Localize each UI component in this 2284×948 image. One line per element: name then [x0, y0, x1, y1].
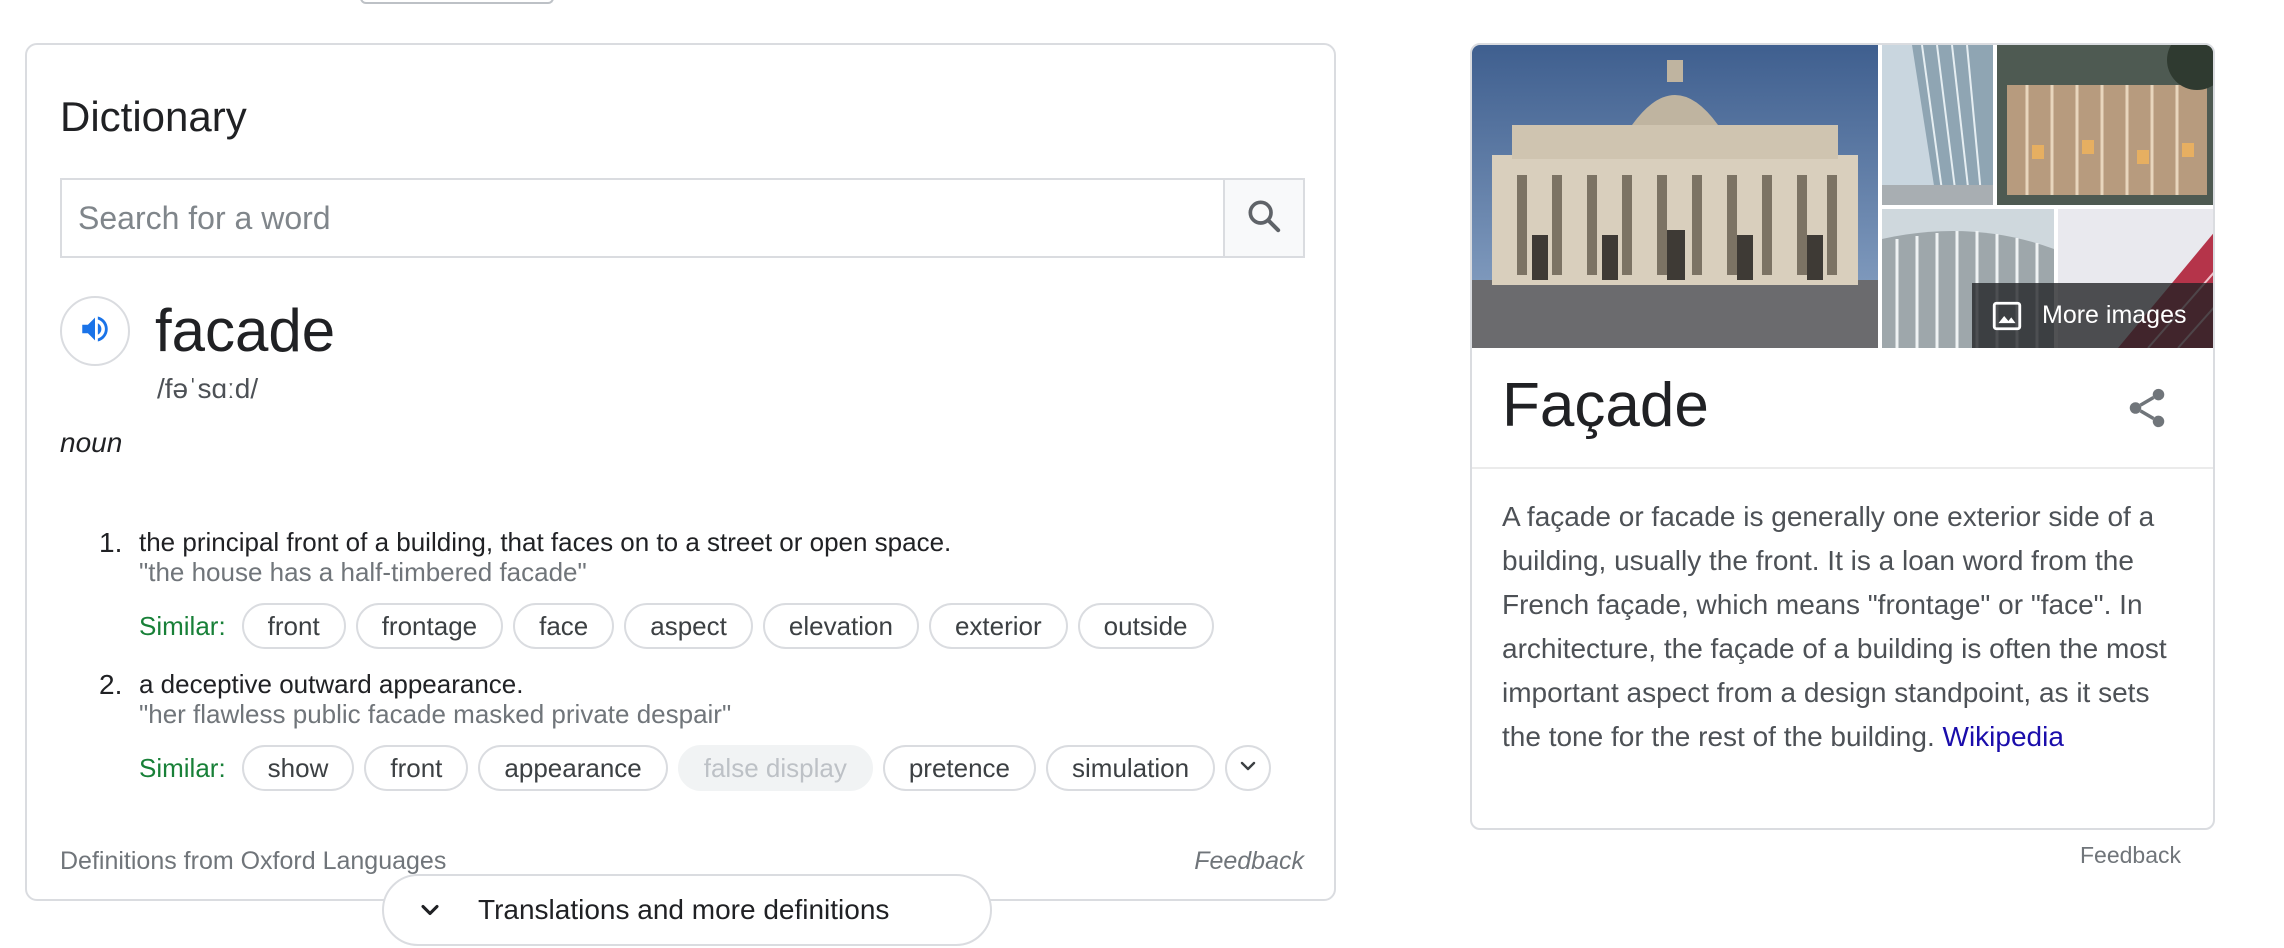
dictionary-feedback-link[interactable]: Feedback [1194, 847, 1304, 876]
sense-example: "her flawless public facade masked priva… [139, 699, 732, 729]
definitions-source: Definitions from Oxford Languages [60, 847, 447, 875]
phonetic-transcription: /fəˈsɑːd/ [157, 373, 259, 404]
chevron-down-icon [1236, 754, 1260, 783]
similar-chip[interactable]: exterior [928, 603, 1068, 649]
sense-definition: the principal front of a building, that … [139, 527, 952, 557]
speaker-icon [78, 312, 112, 351]
sense-example: "the house has a half-timbered facade" [139, 557, 587, 587]
similar-chip[interactable]: front [241, 603, 346, 649]
description-text: A façade or facade is generally one exte… [1502, 501, 2167, 752]
translations-more-definitions-button[interactable]: Translations and more definitions [382, 874, 992, 946]
similar-chip[interactable]: pretence [882, 745, 1037, 791]
facade-image-thumb-2[interactable] [1997, 45, 2213, 205]
similar-words-row: Similar: show front appearance false dis… [139, 745, 1272, 791]
word-search-box [60, 178, 1305, 258]
similar-chip[interactable]: elevation [762, 603, 919, 649]
image-icon [1990, 299, 2024, 333]
similar-chip-disabled: false display [677, 745, 873, 791]
sense-definition: a deceptive outward appearance. [139, 669, 524, 699]
pronunciation-audio-button[interactable] [60, 296, 130, 366]
similar-label: Similar: [139, 610, 226, 641]
knowledge-panel-description: A façade or facade is generally one exte… [1502, 495, 2192, 759]
expand-similar-button[interactable] [1225, 745, 1272, 791]
similar-label: Similar: [139, 752, 226, 783]
knowledge-panel-feedback-link[interactable]: Feedback [2080, 842, 2181, 869]
similar-chip[interactable]: simulation [1046, 745, 1216, 791]
divider [1472, 467, 2213, 469]
similar-chip[interactable]: frontage [355, 603, 504, 649]
similar-words-row: Similar: front frontage face aspect elev… [139, 603, 1214, 649]
similar-chip[interactable]: front [364, 745, 469, 791]
chevron-down-icon [416, 896, 444, 924]
facade-image-thumb-1[interactable] [1882, 45, 1993, 205]
similar-chip[interactable]: aspect [624, 603, 753, 649]
more-images-label: More images [2042, 301, 2187, 329]
similar-chip[interactable]: outside [1077, 603, 1214, 649]
more-images-button[interactable]: More images [1972, 283, 2213, 348]
similar-chip[interactable]: show [241, 745, 355, 791]
share-icon [2124, 385, 2170, 436]
wikipedia-link[interactable]: Wikipedia [1943, 721, 2064, 752]
headword: facade [155, 297, 336, 364]
search-input[interactable] [62, 180, 1222, 256]
search-icon [1244, 196, 1284, 241]
previous-result-edge [360, 0, 554, 4]
knowledge-panel: More images Façade A façade or facade is… [1470, 43, 2215, 830]
translations-button-label: Translations and more definitions [478, 894, 890, 925]
knowledge-panel-title: Façade [1502, 371, 1709, 440]
part-of-speech: noun [60, 427, 123, 458]
sense-number: 2. [99, 669, 123, 700]
search-button[interactable] [1223, 180, 1303, 256]
dictionary-card: Dictionary facade /fəˈsɑːd/ noun 1. the … [25, 43, 1336, 901]
sense-number: 1. [99, 527, 123, 558]
similar-chip[interactable]: appearance [478, 745, 668, 791]
dictionary-title: Dictionary [60, 93, 247, 140]
share-button[interactable] [2122, 385, 2172, 435]
facade-image-main[interactable] [1472, 45, 1878, 348]
similar-chip[interactable]: face [513, 603, 615, 649]
